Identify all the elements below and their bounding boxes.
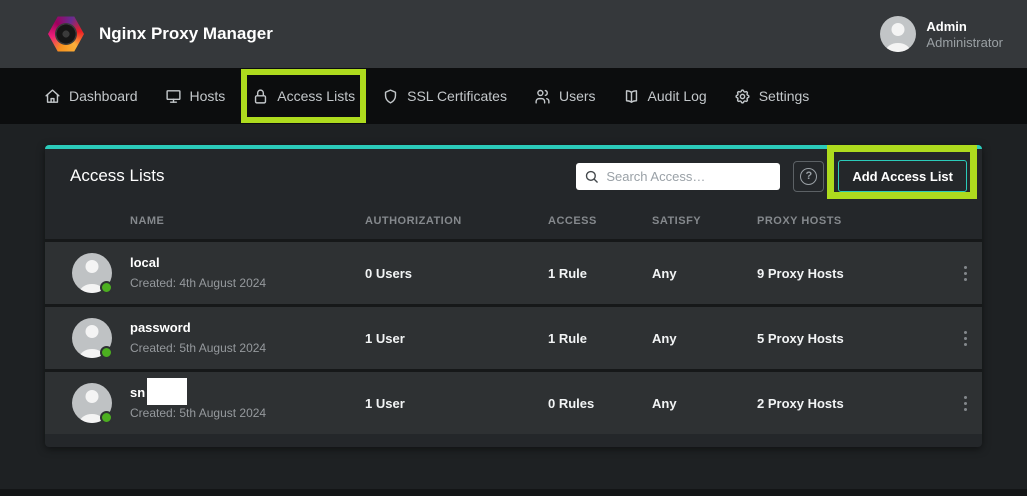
gear-icon [734, 88, 751, 105]
panel-header: Access Lists ? Add Access List [45, 149, 982, 203]
nginx-proxy-manager-logo-icon [48, 15, 84, 53]
column-header-name: NAME [130, 215, 365, 227]
redaction-overlay [147, 378, 187, 405]
app-header: Nginx Proxy Manager Admin Administrator [0, 0, 1027, 68]
authorization-value: 1 User [365, 331, 548, 346]
nav-item-hosts[interactable]: Hosts [165, 88, 226, 105]
nav-item-access-lists[interactable]: Access Lists [252, 88, 355, 105]
created-date: Created: 4th August 2024 [130, 276, 365, 291]
access-list-name: password [130, 320, 365, 336]
search-icon [584, 169, 599, 184]
created-date: Created: 5th August 2024 [130, 341, 365, 356]
authorization-value: 0 Users [365, 266, 548, 281]
status-online-dot [100, 411, 113, 424]
access-list-name: local [130, 255, 365, 271]
created-date: Created: 5th August 2024 [130, 406, 365, 421]
satisfy-value: Any [652, 396, 757, 411]
nav-item-ssl-certificates[interactable]: SSL Certificates [382, 88, 507, 105]
access-value: 1 Rule [548, 331, 652, 346]
row-menu-kebab-icon[interactable] [953, 388, 979, 418]
satisfy-value: Any [652, 331, 757, 346]
column-header-proxy-hosts: PROXY HOSTS [757, 215, 949, 227]
nav-item-label: Settings [759, 88, 810, 104]
nav-item-label: Access Lists [277, 88, 355, 104]
table-header-row: NAME AUTHORIZATION ACCESS SATISFY PROXY … [45, 203, 982, 239]
user-menu[interactable]: Admin Administrator [880, 16, 1003, 52]
column-header-satisfy: SATISFY [652, 215, 757, 227]
access-value: 1 Rule [548, 266, 652, 281]
question-mark-icon: ? [800, 168, 817, 185]
page-bottom-edge [0, 489, 1027, 496]
proxy-hosts-value: 2 Proxy Hosts [757, 396, 949, 411]
lock-icon [252, 88, 269, 105]
access-lists-panel: Access Lists ? Add Access List NAME AUTH… [45, 145, 982, 447]
nav-item-label: Dashboard [69, 88, 138, 104]
shield-icon [382, 88, 399, 105]
page-title: Access Lists [70, 166, 164, 186]
nav-item-label: Hosts [190, 88, 226, 104]
access-value: 0 Rules [548, 396, 652, 411]
search-input[interactable] [606, 169, 772, 184]
nav-item-users[interactable]: Users [534, 88, 596, 105]
nav-item-dashboard[interactable]: Dashboard [44, 88, 138, 105]
user-role: Administrator [926, 35, 1003, 51]
nav-item-settings[interactable]: Settings [734, 88, 810, 105]
status-online-dot [100, 346, 113, 359]
main-nav: Dashboard Hosts Access Lists SSL Certifi… [0, 68, 1027, 124]
status-online-dot [100, 281, 113, 294]
authorization-value: 1 User [365, 396, 548, 411]
row-menu-kebab-icon[interactable] [953, 258, 979, 288]
add-access-list-label: Add Access List [852, 169, 953, 184]
row-avatar [72, 253, 112, 293]
search-box [576, 163, 780, 190]
row-menu-kebab-icon[interactable] [953, 323, 979, 353]
users-icon [534, 88, 551, 105]
column-header-access: ACCESS [548, 215, 652, 227]
app-title: Nginx Proxy Manager [99, 24, 273, 44]
table-row[interactable]: password Created: 5th August 2024 1 User… [45, 304, 982, 369]
row-avatar [72, 318, 112, 358]
satisfy-value: Any [652, 266, 757, 281]
table-row[interactable]: sn Created: 5th August 2024 1 User 0 Rul… [45, 369, 982, 434]
help-button[interactable]: ? [793, 161, 824, 192]
column-header-authorization: AUTHORIZATION [365, 215, 548, 227]
table-row[interactable]: local Created: 4th August 2024 0 Users 1… [45, 239, 982, 304]
nav-item-label: Audit Log [648, 88, 707, 104]
monitor-icon [165, 88, 182, 105]
user-name: Admin [926, 18, 1003, 35]
nav-item-label: SSL Certificates [407, 88, 507, 104]
nav-item-label: Users [559, 88, 596, 104]
book-icon [623, 88, 640, 105]
add-access-list-button[interactable]: Add Access List [838, 160, 967, 192]
proxy-hosts-value: 5 Proxy Hosts [757, 331, 949, 346]
proxy-hosts-value: 9 Proxy Hosts [757, 266, 949, 281]
user-avatar [880, 16, 916, 52]
home-icon [44, 88, 61, 105]
row-avatar [72, 383, 112, 423]
nav-item-audit-log[interactable]: Audit Log [623, 88, 707, 105]
